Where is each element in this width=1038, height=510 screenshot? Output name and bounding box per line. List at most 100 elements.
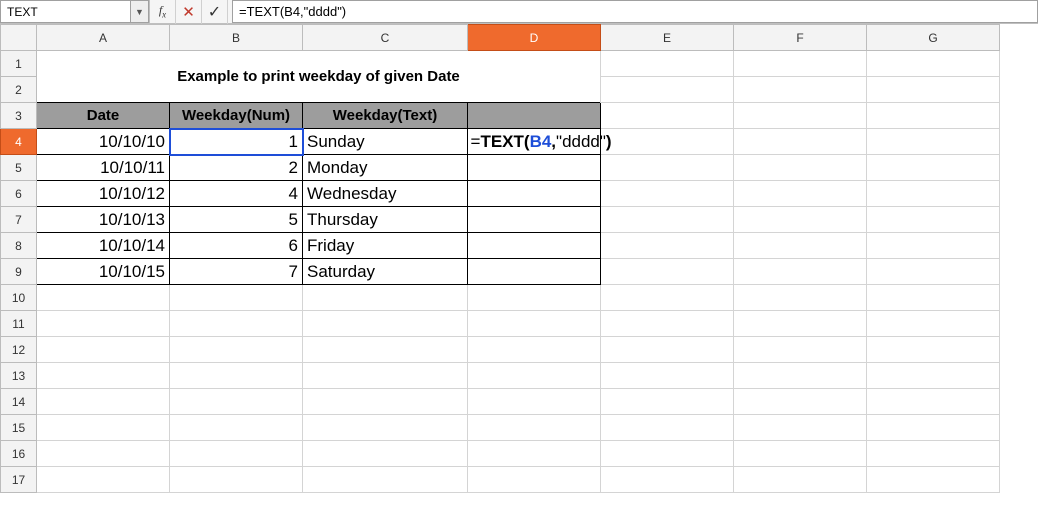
cell-F5[interactable]	[734, 155, 867, 181]
cell-E9[interactable]	[601, 259, 734, 285]
cell-D14[interactable]	[468, 389, 601, 415]
cell-B3[interactable]: Weekday(Num)	[170, 103, 303, 129]
cell-E13[interactable]	[601, 363, 734, 389]
cell-A4[interactable]: 10/10/10	[37, 129, 170, 155]
cell-F4[interactable]	[734, 129, 867, 155]
cell-C17[interactable]	[303, 467, 468, 493]
formula-input[interactable]: =TEXT(B4,"dddd")	[232, 0, 1038, 23]
cell-F10[interactable]	[734, 285, 867, 311]
cell-E6[interactable]	[601, 181, 734, 207]
cell-E3[interactable]	[601, 103, 734, 129]
cell-E1[interactable]	[601, 51, 734, 77]
cell-C13[interactable]	[303, 363, 468, 389]
cell-B17[interactable]	[170, 467, 303, 493]
cell-A17[interactable]	[37, 467, 170, 493]
cell-B10[interactable]	[170, 285, 303, 311]
cell-B11[interactable]	[170, 311, 303, 337]
cell-G17[interactable]	[867, 467, 1000, 493]
cell-F15[interactable]	[734, 415, 867, 441]
function-wizard-button[interactable]: fx	[150, 0, 176, 24]
col-header-E[interactable]: E	[601, 25, 734, 51]
cell-G4[interactable]	[867, 129, 1000, 155]
cell-F17[interactable]	[734, 467, 867, 493]
cell-C5[interactable]: Monday	[303, 155, 468, 181]
cell-D4[interactable]	[468, 129, 601, 155]
cell-D13[interactable]	[468, 363, 601, 389]
cell-A9[interactable]: 10/10/15	[37, 259, 170, 285]
row-header-1[interactable]: 1	[1, 51, 37, 77]
col-header-B[interactable]: B	[170, 25, 303, 51]
row-header-8[interactable]: 8	[1, 233, 37, 259]
cell-C10[interactable]	[303, 285, 468, 311]
cell-G14[interactable]	[867, 389, 1000, 415]
row-header-4[interactable]: 4	[1, 129, 37, 155]
cell-B5[interactable]: 2	[170, 155, 303, 181]
row-header-10[interactable]: 10	[1, 285, 37, 311]
cancel-edit-button[interactable]: ✕	[176, 0, 202, 24]
cell-G1[interactable]	[867, 51, 1000, 77]
cell-B15[interactable]	[170, 415, 303, 441]
cell-C8[interactable]: Friday	[303, 233, 468, 259]
cell-D15[interactable]	[468, 415, 601, 441]
cell-G12[interactable]	[867, 337, 1000, 363]
cell-E4[interactable]	[601, 129, 734, 155]
cell-C9[interactable]: Saturday	[303, 259, 468, 285]
cell-C6[interactable]: Wednesday	[303, 181, 468, 207]
cell-D11[interactable]	[468, 311, 601, 337]
cell-C12[interactable]	[303, 337, 468, 363]
col-header-G[interactable]: G	[867, 25, 1000, 51]
row-header-17[interactable]: 17	[1, 467, 37, 493]
row-header-13[interactable]: 13	[1, 363, 37, 389]
cell-F14[interactable]	[734, 389, 867, 415]
cell-A15[interactable]	[37, 415, 170, 441]
cell-F9[interactable]	[734, 259, 867, 285]
cell-C16[interactable]	[303, 441, 468, 467]
row-header-15[interactable]: 15	[1, 415, 37, 441]
title-cell[interactable]: Example to print weekday of given Date	[37, 51, 601, 103]
cell-D10[interactable]	[468, 285, 601, 311]
cell-D5[interactable]	[468, 155, 601, 181]
cell-G9[interactable]	[867, 259, 1000, 285]
row-header-6[interactable]: 6	[1, 181, 37, 207]
cell-F11[interactable]	[734, 311, 867, 337]
cell-D12[interactable]	[468, 337, 601, 363]
cell-D3[interactable]	[468, 103, 601, 129]
cell-G16[interactable]	[867, 441, 1000, 467]
cell-B6[interactable]: 4	[170, 181, 303, 207]
row-header-7[interactable]: 7	[1, 207, 37, 233]
cell-B9[interactable]: 7	[170, 259, 303, 285]
cell-G15[interactable]	[867, 415, 1000, 441]
cell-A11[interactable]	[37, 311, 170, 337]
cell-B8[interactable]: 6	[170, 233, 303, 259]
cell-C4[interactable]: Sunday	[303, 129, 468, 155]
cell-B13[interactable]	[170, 363, 303, 389]
cell-E16[interactable]	[601, 441, 734, 467]
col-header-A[interactable]: A	[37, 25, 170, 51]
cell-F3[interactable]	[734, 103, 867, 129]
cell-A8[interactable]: 10/10/14	[37, 233, 170, 259]
cell-E17[interactable]	[601, 467, 734, 493]
cell-B14[interactable]	[170, 389, 303, 415]
cell-A14[interactable]	[37, 389, 170, 415]
cell-F7[interactable]	[734, 207, 867, 233]
name-box-dropdown[interactable]: ▼	[131, 0, 149, 23]
cell-G5[interactable]	[867, 155, 1000, 181]
cell-A5[interactable]: 10/10/11	[37, 155, 170, 181]
cell-D16[interactable]	[468, 441, 601, 467]
cell-G6[interactable]	[867, 181, 1000, 207]
cell-C7[interactable]: Thursday	[303, 207, 468, 233]
cell-C14[interactable]	[303, 389, 468, 415]
cell-E5[interactable]	[601, 155, 734, 181]
cell-E15[interactable]	[601, 415, 734, 441]
cell-C11[interactable]	[303, 311, 468, 337]
cell-F1[interactable]	[734, 51, 867, 77]
cell-G11[interactable]	[867, 311, 1000, 337]
cell-G8[interactable]	[867, 233, 1000, 259]
cell-B4[interactable]: 1	[170, 129, 303, 155]
cell-F8[interactable]	[734, 233, 867, 259]
cell-E14[interactable]	[601, 389, 734, 415]
col-header-F[interactable]: F	[734, 25, 867, 51]
cell-G13[interactable]	[867, 363, 1000, 389]
cell-E7[interactable]	[601, 207, 734, 233]
cell-G2[interactable]	[867, 77, 1000, 103]
